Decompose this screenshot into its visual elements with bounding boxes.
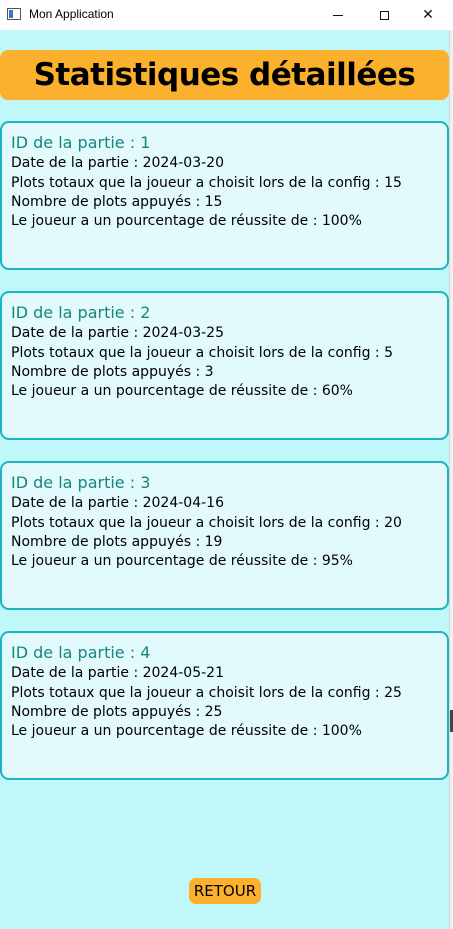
game-plots-pressed: Nombre de plots appuyés : 15 [11, 194, 223, 210]
minimize-icon [333, 14, 343, 16]
game-success-rate: Le joueur a un pourcentage de réussite d… [11, 553, 353, 569]
back-button[interactable]: RETOUR [189, 878, 261, 904]
background-window-edge [449, 30, 453, 929]
game-plots-total: Plots totaux que la joueur a choisit lor… [11, 685, 402, 701]
game-date: Date de la partie : 2024-03-20 [11, 155, 224, 171]
game-plots-pressed: Nombre de plots appuyés : 25 [11, 704, 223, 720]
maximize-button[interactable] [361, 0, 407, 30]
app-window-icon [7, 8, 21, 20]
main-content: Statistiques détaillées ID de la partie … [0, 30, 449, 929]
game-date: Date de la partie : 2024-05-21 [11, 665, 224, 681]
window-titlebar: Mon Application ✕ [0, 0, 453, 30]
game-id: ID de la partie : 3 [11, 473, 151, 492]
game-success-rate: Le joueur a un pourcentage de réussite d… [11, 383, 353, 399]
game-plots-pressed: Nombre de plots appuyés : 3 [11, 364, 214, 380]
maximize-icon [379, 10, 389, 20]
page-title-banner: Statistiques détaillées [0, 50, 449, 100]
game-id: ID de la partie : 2 [11, 303, 151, 322]
close-button[interactable]: ✕ [405, 0, 451, 30]
page-title: Statistiques détaillées [33, 57, 416, 93]
game-success-rate: Le joueur a un pourcentage de réussite d… [11, 213, 362, 229]
game-date: Date de la partie : 2024-03-25 [11, 325, 224, 341]
game-id: ID de la partie : 4 [11, 643, 151, 662]
window-title: Mon Application [29, 7, 114, 21]
game-card-2: ID de la partie : 2 Date de la partie : … [0, 291, 449, 440]
game-date: Date de la partie : 2024-04-16 [11, 495, 224, 511]
game-plots-total: Plots totaux que la joueur a choisit lor… [11, 345, 393, 361]
game-id: ID de la partie : 1 [11, 133, 151, 152]
game-card-3: ID de la partie : 3 Date de la partie : … [0, 461, 449, 610]
game-plots-total: Plots totaux que la joueur a choisit lor… [11, 175, 402, 191]
game-plots-total: Plots totaux que la joueur a choisit lor… [11, 515, 402, 531]
game-success-rate: Le joueur a un pourcentage de réussite d… [11, 723, 362, 739]
close-icon: ✕ [422, 7, 434, 23]
minimize-button[interactable] [315, 0, 361, 30]
game-plots-pressed: Nombre de plots appuyés : 19 [11, 534, 223, 550]
game-card-1: ID de la partie : 1 Date de la partie : … [0, 121, 449, 270]
game-card-4: ID de la partie : 4 Date de la partie : … [0, 631, 449, 780]
